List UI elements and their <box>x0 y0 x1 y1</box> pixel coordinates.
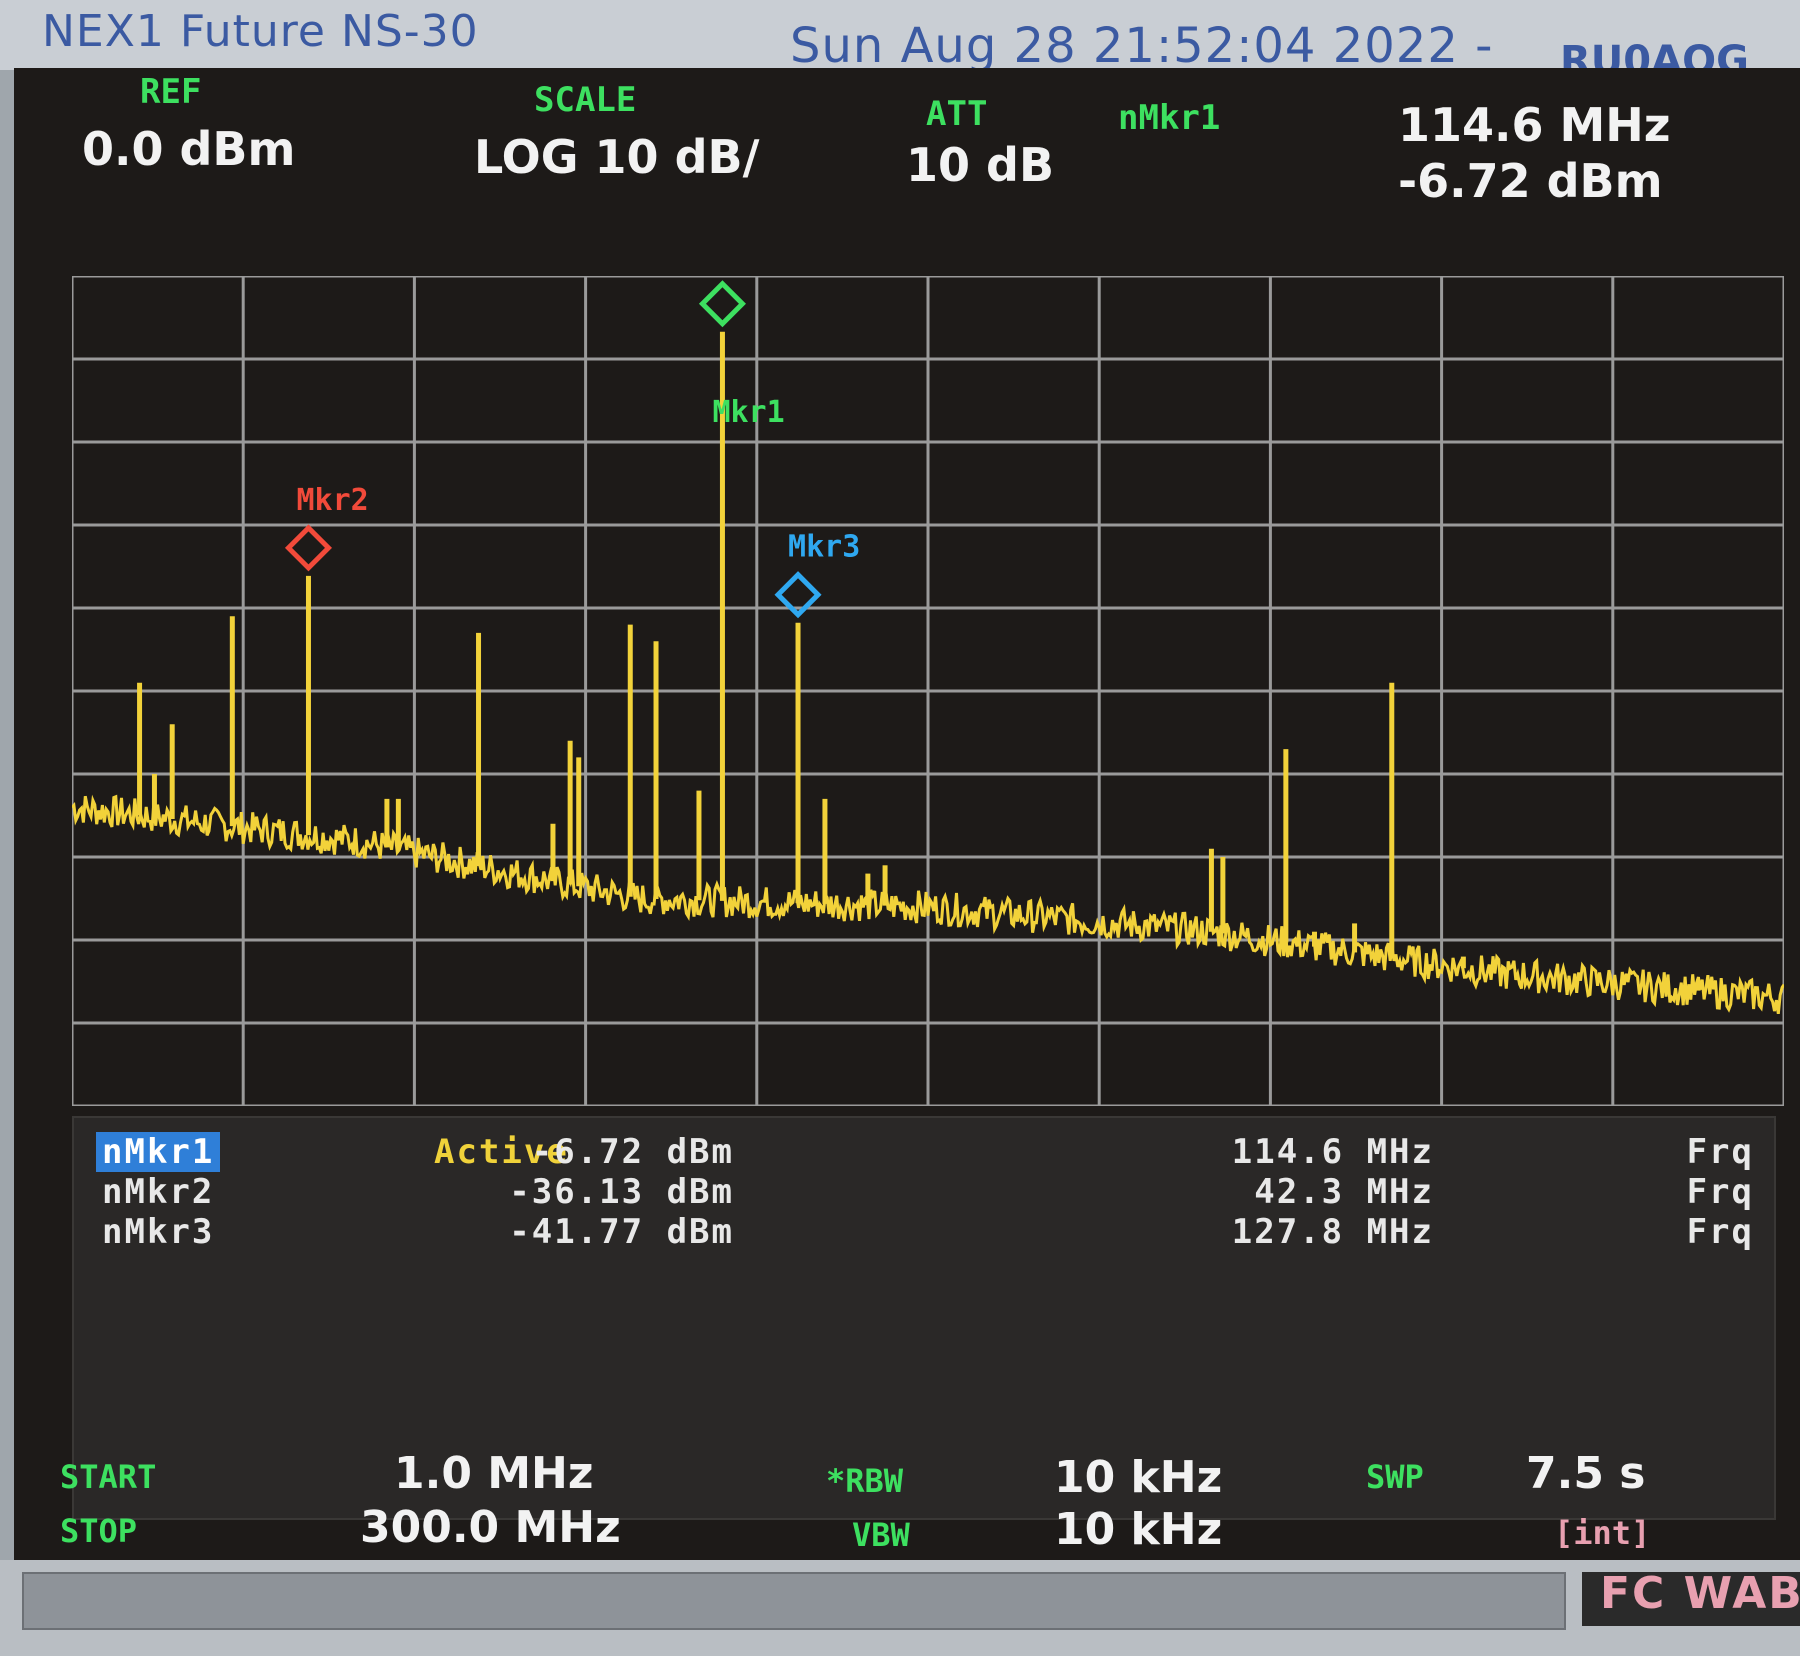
scale-label: SCALE <box>534 80 637 120</box>
app-title: NEX1 Future NS-30 <box>42 6 479 57</box>
analyzer-screen: REF 0.0 dBm SCALE LOG 10 dB/ ATT 10 dB n… <box>14 68 1800 1560</box>
sweep-mode: [int] <box>1554 1514 1651 1552</box>
marker-name[interactable]: nMkr2 <box>96 1172 220 1212</box>
marker-amplitude: -41.77 dBm <box>509 1212 734 1252</box>
att-value[interactable]: 10 dB <box>906 138 1054 192</box>
marker-frequency: 127.8 MHz <box>1231 1212 1434 1252</box>
vbw-value[interactable]: 10 kHz <box>1054 1504 1222 1555</box>
stop-value[interactable]: 300.0 MHz <box>360 1502 621 1553</box>
vbw-label: VBW <box>852 1516 910 1554</box>
marker-label-2: Mkr2 <box>296 483 368 518</box>
sweep-value[interactable]: 7.5 s <box>1526 1448 1645 1499</box>
marker-frequency: 42.3 MHz <box>1254 1172 1434 1212</box>
marker-name[interactable]: nMkr1 <box>96 1132 221 1172</box>
rbw-label: *RBW <box>826 1462 904 1500</box>
spectrum-plot[interactable]: Mkr1 Mkr2 Mkr3 <box>72 276 1784 1106</box>
marker-row[interactable]: nMkr1 Active -6.72 dBm 114.6 MHz Frq <box>74 1132 1774 1172</box>
ref-label: REF <box>140 72 202 112</box>
marker-mode: Frq <box>1686 1132 1754 1172</box>
status-strip <box>22 1572 1566 1630</box>
status-box-text: FC WABE <box>1600 1568 1800 1619</box>
bottom-bar: FC WABE <box>0 1560 1800 1656</box>
marker-label-3: Mkr3 <box>788 530 860 565</box>
sweep-label: SWP <box>1366 1458 1424 1496</box>
datetime: Sun Aug 28 21:52:04 2022 - <box>790 18 1494 74</box>
marker-header-freq: 114.6 MHz <box>1398 98 1671 152</box>
stop-label: STOP <box>60 1512 138 1550</box>
marker-mode: Frq <box>1686 1172 1754 1212</box>
marker-header-label: nMkr1 <box>1118 98 1221 138</box>
marker-table: nMkr1 Active -6.72 dBm 114.6 MHz Frq nMk… <box>72 1116 1776 1520</box>
marker-row[interactable]: nMkr2 -36.13 dBm 42.3 MHz Frq <box>74 1172 1774 1212</box>
marker-label-1: Mkr1 <box>712 395 784 430</box>
marker-header-amp: -6.72 dBm <box>1398 154 1663 208</box>
start-value[interactable]: 1.0 MHz <box>394 1448 593 1499</box>
att-label: ATT <box>926 94 988 134</box>
start-label: START <box>60 1458 157 1496</box>
marker-name[interactable]: nMkr3 <box>96 1212 220 1252</box>
marker-mode: Frq <box>1686 1212 1754 1252</box>
marker-frequency: 114.6 MHz <box>1231 1132 1434 1172</box>
marker-row[interactable]: nMkr3 -41.77 dBm 127.8 MHz Frq <box>74 1212 1774 1252</box>
ref-value[interactable]: 0.0 dBm <box>82 122 295 176</box>
scale-value[interactable]: LOG 10 dB/ <box>474 130 759 184</box>
marker-amplitude: -6.72 dBm <box>531 1132 734 1172</box>
rbw-value[interactable]: 10 kHz <box>1054 1452 1222 1503</box>
title-bar: NEX1 Future NS-30 Sun Aug 28 21:52:04 20… <box>0 0 1800 84</box>
marker-amplitude: -36.13 dBm <box>509 1172 734 1212</box>
